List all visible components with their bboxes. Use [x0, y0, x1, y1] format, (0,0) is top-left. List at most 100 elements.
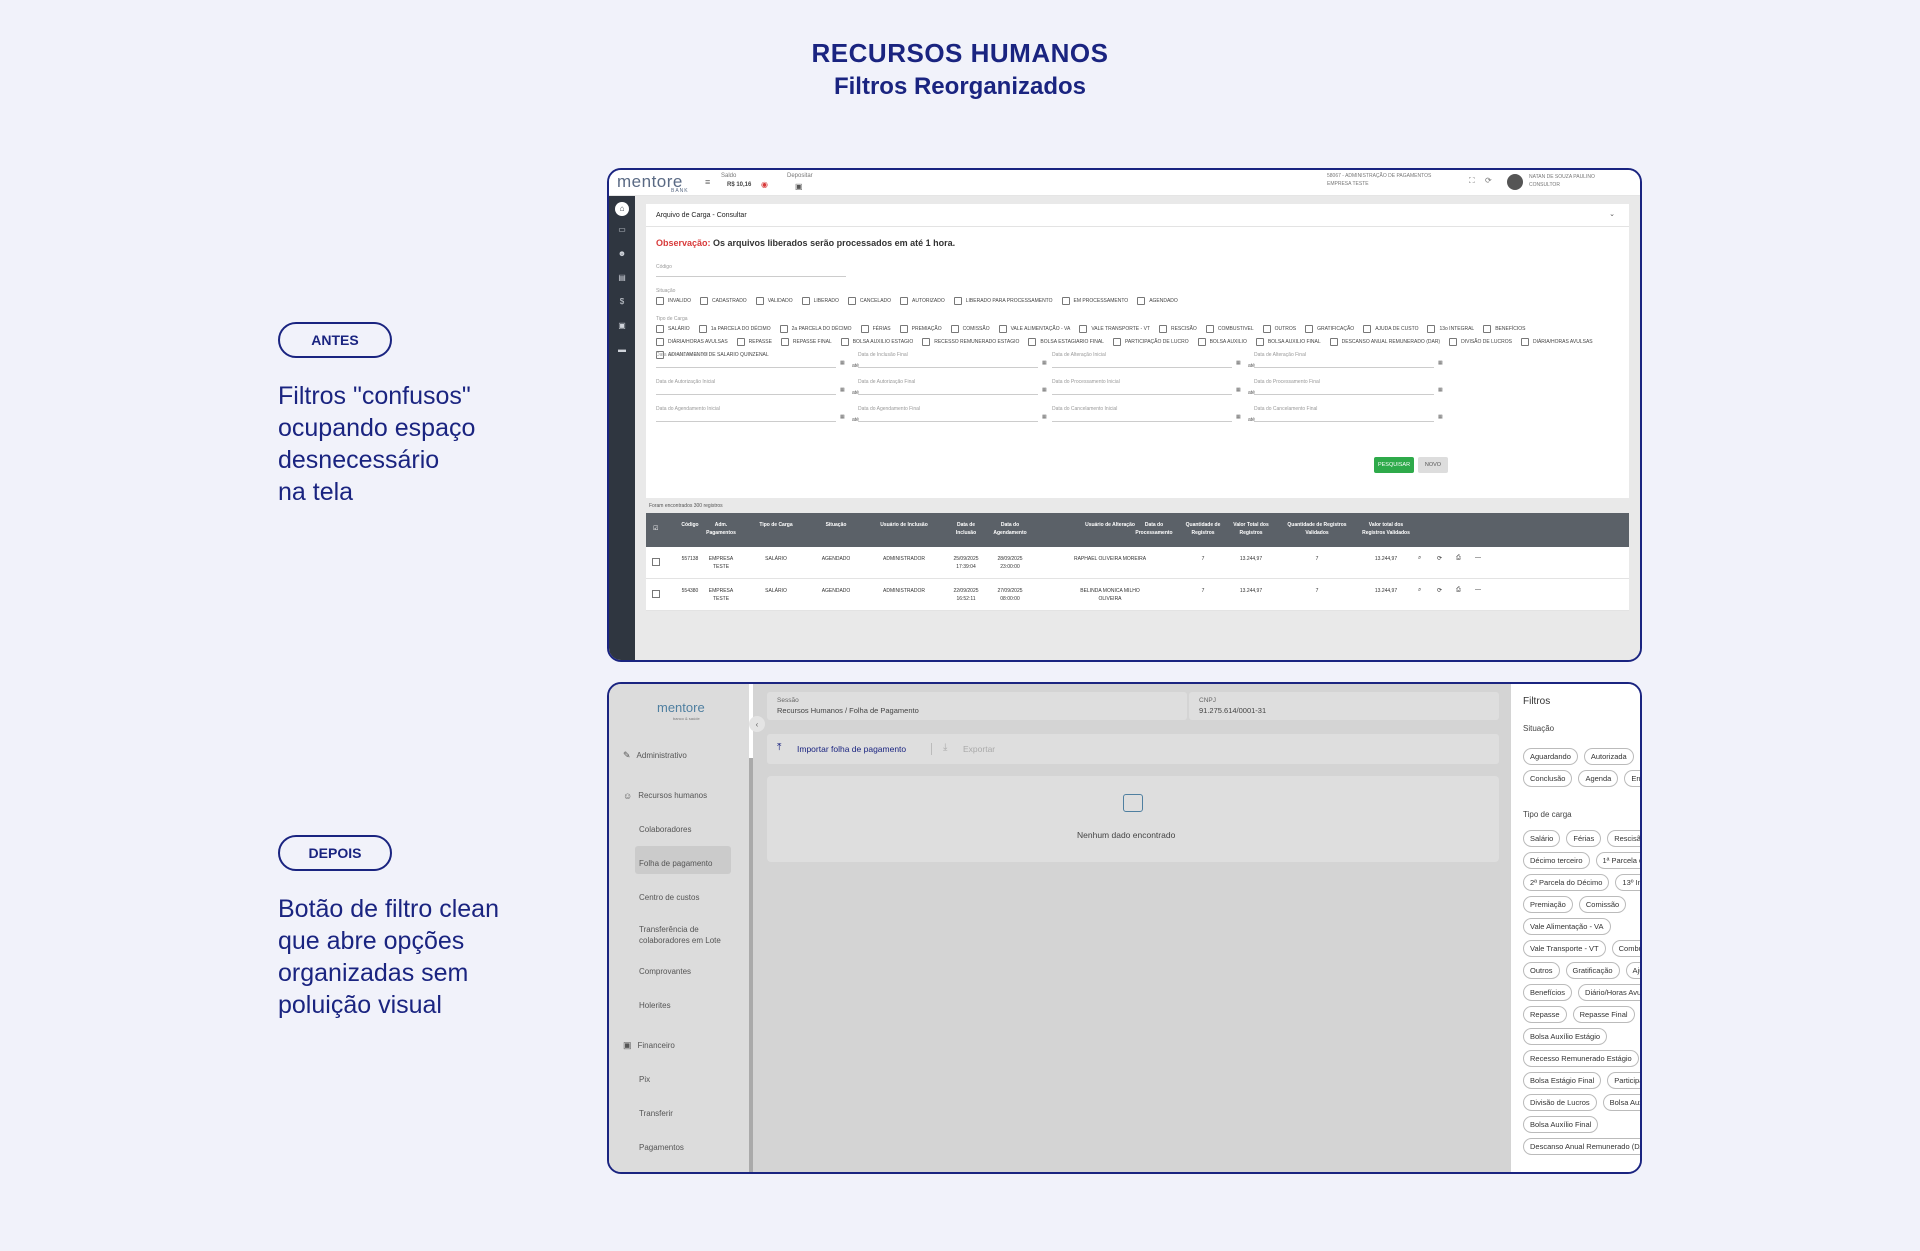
filter-checkbox[interactable]: AGENDADO — [1137, 297, 1178, 305]
column-header[interactable]: Data do Processamento — [1130, 521, 1178, 537]
filter-chip[interactable]: Ajuda de Custo — [1625, 962, 1640, 979]
import-button[interactable]: Importar folha de pagamento — [797, 744, 906, 754]
filter-checkbox[interactable]: COMISSÃO — [950, 325, 990, 333]
column-header[interactable]: Adm. Pagamentos — [704, 521, 738, 537]
row-checkbox[interactable] — [652, 590, 660, 598]
search-button[interactable]: PESQUISAR — [1374, 457, 1414, 473]
dollar-icon[interactable]: $ — [617, 298, 627, 306]
filter-checkbox[interactable]: SALÁRIO — [656, 325, 690, 333]
account-name[interactable]: 58067 - ADMINISTRAÇÃO DE PAGAMENTOS — [1327, 173, 1431, 179]
checkbox-box[interactable] — [1520, 338, 1529, 346]
column-header[interactable]: Data de Inclusão — [948, 521, 984, 537]
refresh-icon[interactable]: ⟳ — [1437, 587, 1442, 594]
checkbox-box[interactable] — [922, 338, 931, 346]
checkbox-box[interactable] — [900, 297, 909, 305]
filter-checkbox[interactable]: DIÁRIA/HORAS AVULSAS — [656, 338, 728, 346]
checkbox-box[interactable] — [698, 325, 707, 333]
date-field-input[interactable] — [656, 367, 836, 368]
table-row[interactable]: 557138 EMPRESA TESTE SALÁRIO AGENDADO ADMINI… — [646, 547, 1629, 579]
filter-checkbox[interactable]: CANCELADO — [847, 297, 891, 305]
wallet-icon[interactable]: ▣ — [617, 322, 627, 330]
filter-checkbox[interactable]: PREMIAÇÃO — [899, 325, 942, 333]
card-icon[interactable]: ▭ — [617, 226, 627, 234]
checkbox-box[interactable] — [1305, 325, 1314, 333]
checkbox-box[interactable] — [1329, 338, 1338, 346]
print-icon[interactable]: ⎙ — [1456, 555, 1461, 562]
filter-chip[interactable]: Bolsa Auxílio — [1602, 1094, 1640, 1111]
sidebar-item[interactable]: Holerites — [639, 1000, 671, 1011]
column-header[interactable]: Quantidade de Registros — [1183, 521, 1223, 537]
filter-checkbox[interactable]: DIÁRIA/HORAS AVULSAS — [1520, 338, 1593, 346]
filter-chip[interactable]: Participação de Lucro — [1607, 1072, 1640, 1089]
checkbox-box[interactable] — [1255, 338, 1264, 346]
calendar-icon[interactable]: ▦ — [1042, 414, 1047, 420]
checkbox-box[interactable] — [1112, 338, 1121, 346]
checkbox-box[interactable] — [840, 338, 849, 346]
checkbox-box[interactable] — [953, 297, 962, 305]
chevron-down-icon[interactable]: ⌄ — [1609, 210, 1615, 218]
calendar-icon[interactable]: ▦ — [1438, 387, 1443, 393]
monitor-icon[interactable]: ▬ — [617, 346, 627, 354]
filter-checkbox[interactable]: RESCISÃO — [1158, 325, 1197, 333]
filter-checkbox[interactable]: 13o INTEGRAL — [1427, 325, 1474, 333]
checkbox-box[interactable] — [780, 338, 789, 346]
filter-checkbox[interactable]: BOLSA AUXILIO ESTAGIO — [840, 338, 913, 346]
filter-checkbox[interactable]: CADASTRADO — [699, 297, 747, 305]
calendar-icon[interactable]: ▦ — [1438, 414, 1443, 420]
filter-checkbox[interactable]: 2a PARCELA DO DÉCIMO — [779, 325, 852, 333]
calendar-icon[interactable]: ▦ — [1042, 360, 1047, 366]
filter-chip[interactable]: Vale Transporte - VT — [1523, 940, 1606, 957]
filter-checkbox[interactable]: COMBUSTIVEL — [1205, 325, 1254, 333]
sidebar-item[interactable]: Comprovantes — [639, 966, 691, 977]
sidebar-item[interactable]: Pix — [639, 1074, 650, 1085]
checkbox-box[interactable] — [1137, 297, 1146, 305]
column-header[interactable]: Data do Agendamento — [992, 521, 1028, 537]
filter-checkbox[interactable]: VALE ALIMENTAÇÃO - VA — [998, 325, 1070, 333]
print-icon[interactable]: ⎙ — [1456, 587, 1461, 594]
checkbox-box[interactable] — [1205, 325, 1214, 333]
filter-chip[interactable]: Autorizada — [1583, 748, 1634, 765]
filter-chip[interactable]: Repasse — [1523, 1006, 1567, 1023]
filter-chip[interactable]: Bolsa Auxílio Estágio — [1523, 1028, 1608, 1045]
refresh-icon[interactable]: ⟳ — [1485, 176, 1492, 185]
filter-checkbox[interactable]: REPASSE — [736, 338, 772, 346]
more-icon[interactable]: — — [1475, 555, 1481, 561]
checkbox-box[interactable] — [656, 338, 664, 346]
filter-checkbox[interactable]: LIBERADO PARA PROCESSAMENTO — [953, 297, 1053, 305]
checkbox-box[interactable] — [847, 297, 856, 305]
filter-checkbox[interactable]: OUTROS — [1262, 325, 1296, 333]
filter-chip[interactable]: Descanso Anual Remunerado (DAR) — [1523, 1138, 1640, 1155]
checkbox-box[interactable] — [998, 325, 1007, 333]
filter-checkbox[interactable]: INVALIDO — [656, 297, 691, 305]
sidebar-item[interactable]: ▣ Financeiro — [623, 1040, 675, 1051]
date-field-input[interactable] — [1254, 367, 1434, 368]
sidebar-item[interactable]: ☺ Recursos humanos — [623, 790, 707, 801]
filter-chip[interactable]: Vale Alimentação - VA — [1523, 918, 1611, 935]
filter-checkbox[interactable]: BOLSA AUXILIO FINAL — [1255, 338, 1321, 346]
checkbox-box[interactable] — [779, 325, 788, 333]
filter-checkbox[interactable]: RECESSO REMUNERADO ESTAGIO — [922, 338, 1019, 346]
calendar-icon[interactable]: ▦ — [1438, 360, 1443, 366]
checkbox-box[interactable] — [656, 325, 664, 333]
filter-checkbox[interactable]: PARTICIPAÇÃO DE LUCRO — [1112, 338, 1189, 346]
checkbox-box[interactable] — [656, 297, 664, 305]
calendar-icon[interactable]: ▦ — [1236, 414, 1241, 420]
filter-chip[interactable]: Recesso Remunerado Estágio — [1523, 1050, 1639, 1067]
calendar-icon[interactable]: ▦ — [840, 360, 845, 366]
depositar-label[interactable]: Depositar — [787, 173, 813, 179]
people-icon[interactable]: ☻ — [617, 250, 627, 258]
date-field-input[interactable] — [858, 394, 1038, 395]
date-field-input[interactable] — [1052, 394, 1232, 395]
filter-chip[interactable]: Benefícios — [1523, 984, 1573, 1001]
select-all-checkbox[interactable]: ☑ — [653, 525, 658, 532]
search-icon[interactable]: ⌕ — [1418, 555, 1421, 562]
calendar-icon[interactable]: ▦ — [840, 387, 845, 393]
upload-icon[interactable]: ⤒ — [777, 742, 781, 753]
export-button[interactable]: Exportar — [963, 744, 995, 754]
date-field-input[interactable] — [1254, 421, 1434, 422]
checkbox-box[interactable] — [950, 325, 959, 333]
column-header[interactable]: Valor Total dos Registros — [1231, 521, 1271, 537]
collapse-sidebar-button[interactable]: ‹ — [749, 716, 765, 732]
checkbox-box[interactable] — [736, 338, 745, 346]
sidebar-item[interactable]: Transferir — [639, 1108, 673, 1119]
